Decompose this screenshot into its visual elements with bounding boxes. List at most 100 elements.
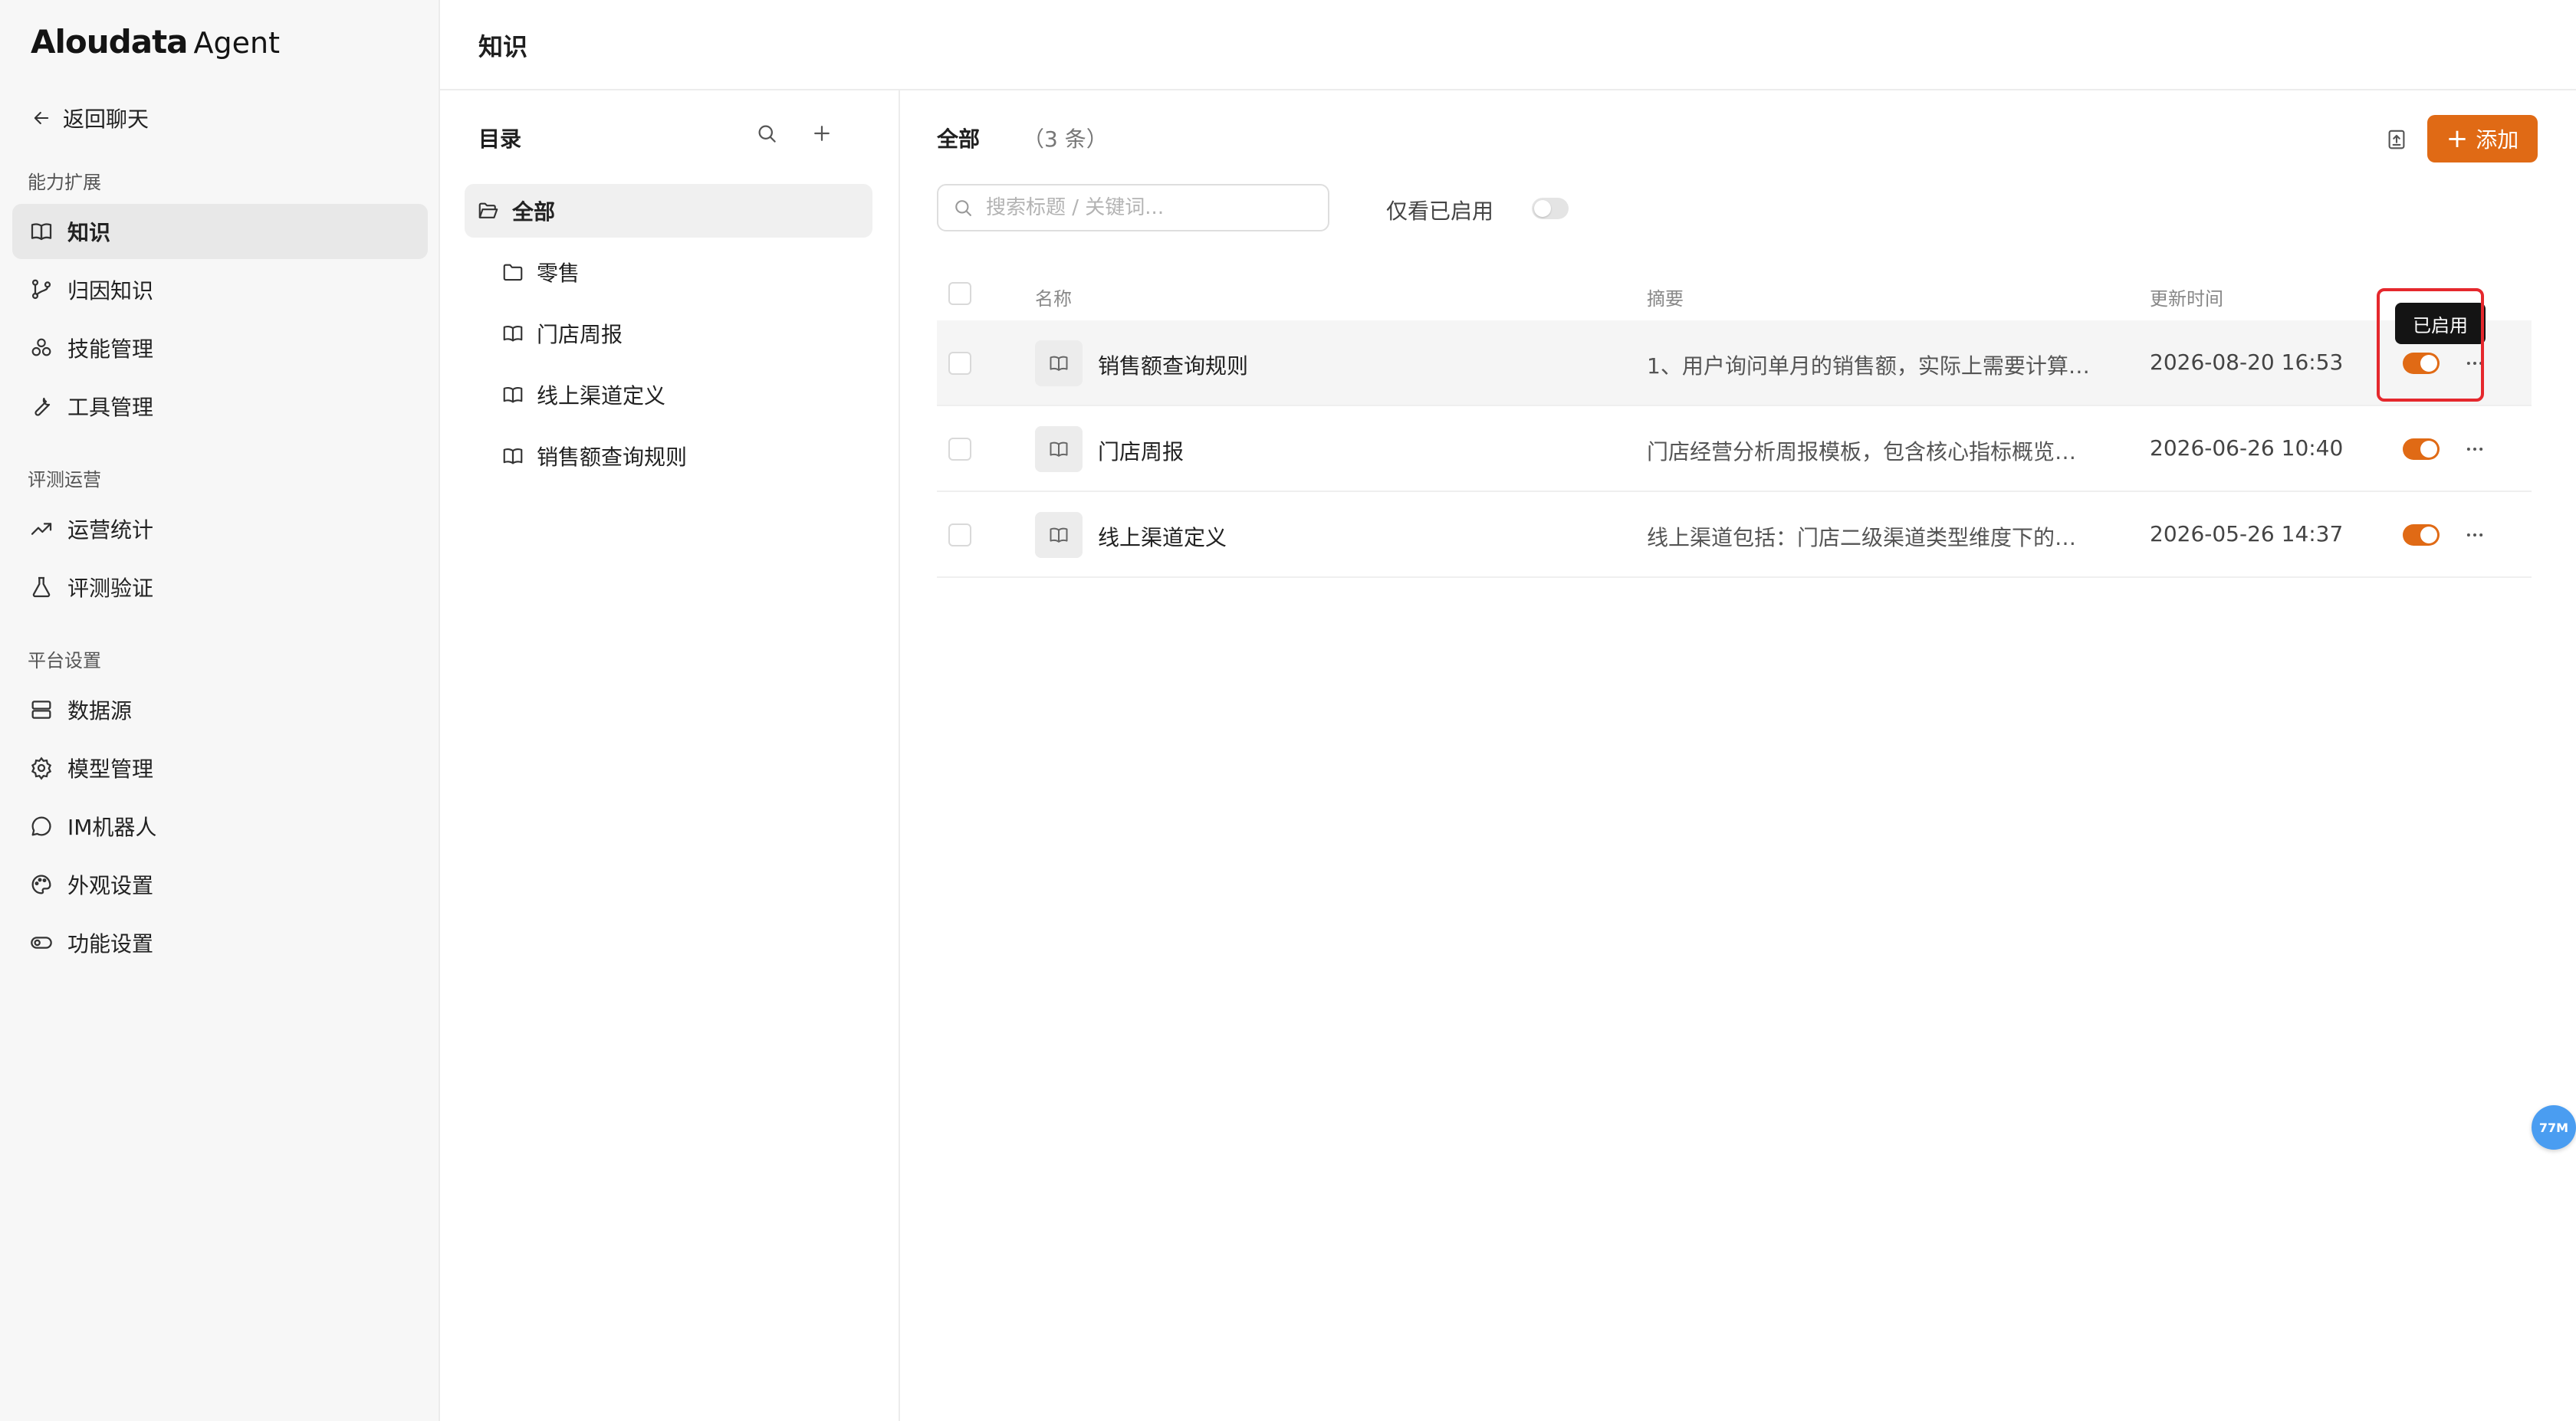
- floating-memory-badge[interactable]: 77M: [2532, 1105, 2576, 1150]
- catalog-item-sales-rule[interactable]: 销售额查询规则: [501, 429, 687, 483]
- book-open-icon: [31, 223, 52, 241]
- content-panel: 全部 （3 条） + 添加 仅看已启用 名称 摘要: [900, 90, 2576, 1421]
- row-icon: [1035, 340, 1083, 386]
- brand-name: Aloudata: [31, 23, 188, 61]
- row-more-button[interactable]: [2458, 518, 2492, 552]
- git-branch-icon: [31, 279, 51, 300]
- row-summary: 1、用户询问单月的销售额，实际上需要计算月度销售额，即当月1日至当月最后一日的累…: [1647, 353, 2098, 379]
- arrow-left-icon: [34, 111, 49, 125]
- row-more-button[interactable]: [2458, 346, 2492, 380]
- row-name[interactable]: 门店周报: [1098, 435, 1184, 466]
- catalog-item-retail[interactable]: 零售: [501, 245, 580, 299]
- palette-icon: [31, 875, 51, 894]
- row-icon: [1035, 426, 1083, 472]
- sidebar-item-appearance[interactable]: 外观设置: [12, 857, 428, 912]
- trending-up-icon: [31, 523, 52, 535]
- table-header: 名称 摘要 更新时间: [937, 267, 2532, 320]
- export-button[interactable]: [2377, 120, 2417, 159]
- table-row[interactable]: 销售额查询规则 1、用户询问单月的销售额，实际上需要计算月度销售额，即当月1日至…: [937, 320, 2532, 406]
- table-row[interactable]: 门店周报 门店经营分析周报模板，包含核心指标概览、环比同比变化以及异常门店排查建…: [937, 406, 2532, 492]
- sidebar-item-label: 运营统计: [67, 517, 154, 543]
- sidebar-item-skill-management[interactable]: 技能管理: [12, 320, 428, 376]
- row-enabled-switch[interactable]: [2403, 438, 2440, 460]
- row-checkbox[interactable]: [948, 523, 971, 546]
- switch-knob: [2420, 355, 2437, 372]
- flask-icon: [32, 576, 51, 598]
- search-icon: [758, 125, 776, 143]
- row-name[interactable]: 销售额查询规则: [1098, 350, 1248, 380]
- switch-knob: [2420, 441, 2437, 458]
- folder-open-icon: [478, 202, 498, 218]
- add-button-label: 添加: [2476, 127, 2519, 153]
- book-open-icon: [1050, 356, 1068, 371]
- search-icon: [955, 200, 971, 216]
- sidebar-item-im-bot[interactable]: IM机器人: [12, 799, 428, 854]
- book-open-icon: [503, 325, 523, 342]
- catalog-item-online-channel[interactable]: 线上渠道定义: [501, 368, 665, 422]
- row-checkbox[interactable]: [948, 438, 971, 461]
- page-title: 知识: [478, 32, 528, 61]
- sidebar-item-label: 评测验证: [67, 576, 154, 601]
- switch-knob: [2420, 527, 2437, 543]
- more-horizontal-icon: [2466, 533, 2483, 537]
- brand-logo: Aloudata Agent: [31, 23, 280, 69]
- back-to-chat-label: 返回聊天: [63, 107, 150, 132]
- sidebar-item-label: 模型管理: [67, 756, 154, 782]
- sidebar-item-operation-stats[interactable]: 运营统计: [12, 501, 428, 556]
- sidebar-item-attribution-knowledge[interactable]: 归因知识: [12, 262, 428, 317]
- wrench-icon: [34, 397, 51, 416]
- row-updated-time: 2026-05-26 14:37: [2150, 521, 2344, 546]
- section-title-capability: 能力扩展: [28, 172, 101, 193]
- catalog-item-store-weekly[interactable]: 门店周报: [501, 307, 623, 360]
- add-button[interactable]: + 添加: [2427, 115, 2538, 162]
- gear-icon: [31, 756, 52, 780]
- sidebar-item-knowledge[interactable]: 知识: [12, 204, 428, 259]
- cubes-icon: [31, 338, 51, 356]
- catalog-item-label: 零售: [537, 261, 580, 286]
- sidebar-item-tool-management[interactable]: 工具管理: [12, 379, 428, 434]
- search-input[interactable]: [984, 195, 1309, 220]
- sidebar-item-data-source[interactable]: 数据源: [12, 682, 428, 737]
- row-more-button[interactable]: [2458, 432, 2492, 466]
- row-updated-time: 2026-08-20 16:53: [2150, 350, 2344, 375]
- book-open-icon: [503, 448, 523, 464]
- catalog-search-button[interactable]: [750, 117, 784, 150]
- chat-bubble-icon: [31, 816, 51, 836]
- row-enabled-switch[interactable]: [2403, 353, 2440, 374]
- row-summary: 线上渠道包括：门店二级渠道类型维度下的唯一值集合以及对应的线上订单来源说明: [1647, 525, 2098, 550]
- sidebar-item-label: 归因知识: [67, 278, 154, 304]
- back-to-chat-link[interactable]: 返回聊天: [31, 101, 149, 135]
- book-open-icon: [503, 386, 523, 403]
- content-title: 全部: [937, 126, 981, 152]
- sidebar-item-label: 数据源: [67, 698, 133, 724]
- catalog-panel: 目录 全部 零售 门店周报 线上渠道定义 销售额查询规则: [440, 90, 900, 1421]
- row-updated-time: 2026-06-26 10:40: [2150, 435, 2344, 461]
- toggle-icon: [31, 937, 52, 949]
- book-open-icon: [1050, 441, 1068, 457]
- sidebar-item-label: 工具管理: [67, 395, 154, 420]
- row-checkbox[interactable]: [948, 352, 971, 375]
- catalog-add-button[interactable]: [805, 117, 839, 150]
- app-root: Aloudata Agent 返回聊天 能力扩展 知识 归因知识 技能管理 工具…: [0, 0, 2576, 1421]
- section-title-evaluation: 评测运营: [28, 469, 101, 491]
- row-name[interactable]: 线上渠道定义: [1098, 521, 1227, 552]
- row-enabled-switch[interactable]: [2403, 524, 2440, 546]
- table-row[interactable]: 线上渠道定义 线上渠道包括：门店二级渠道类型维度下的唯一值集合以及对应的线上订单…: [937, 492, 2532, 578]
- book-open-icon: [1050, 527, 1068, 543]
- catalog-item-label: 全部: [512, 199, 556, 225]
- sidebar-item-label: 外观设置: [67, 873, 154, 898]
- sidebar-item-label: 功能设置: [67, 931, 154, 957]
- sidebar-item-evaluation[interactable]: 评测验证: [12, 560, 428, 615]
- sidebar-item-feature-settings[interactable]: 功能设置: [12, 915, 428, 970]
- enabled-only-toggle[interactable]: [1532, 198, 1569, 219]
- select-all-checkbox[interactable]: [948, 282, 971, 305]
- more-horizontal-icon: [2466, 448, 2483, 451]
- plus-icon: +: [2446, 123, 2469, 154]
- main-area: 知识 目录 全部 零售 门店周报 线上渠道定义 销售额查询规则 全部 （3 条）…: [440, 0, 2576, 1421]
- catalog-item-all[interactable]: 全部: [465, 184, 872, 238]
- sidebar: Aloudata Agent 返回聊天 能力扩展 知识 归因知识 技能管理 工具…: [0, 0, 440, 1421]
- search-box: [937, 184, 1329, 231]
- catalog-item-label: 线上渠道定义: [537, 383, 666, 409]
- column-header-updated: 更新时间: [2150, 288, 2223, 310]
- sidebar-item-model-management[interactable]: 模型管理: [12, 740, 428, 796]
